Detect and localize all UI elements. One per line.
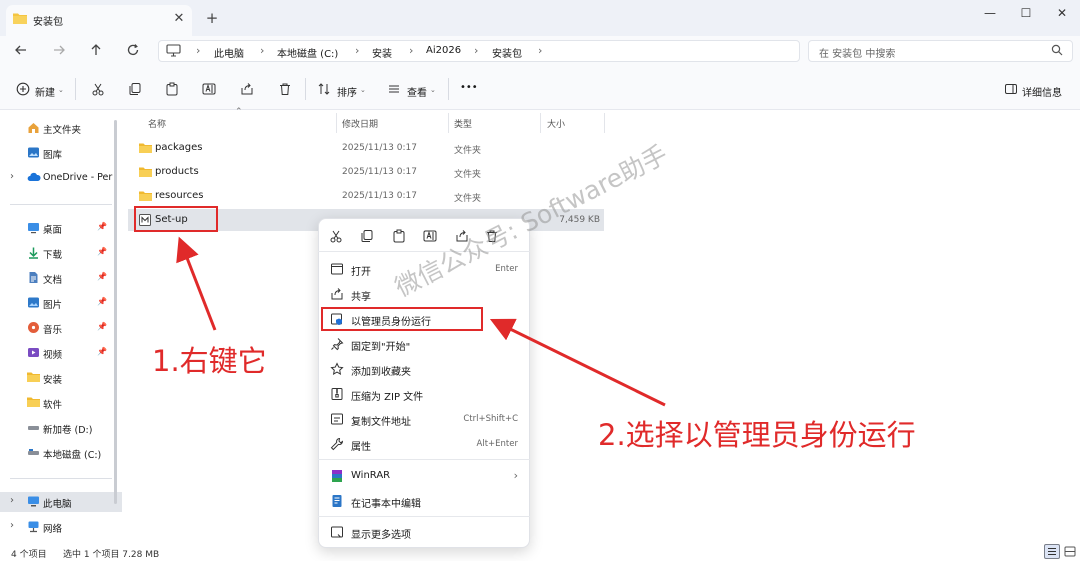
annotation-step1: 1.右键它 [152, 344, 267, 378]
annotation-step2: 2.选择以管理员身份运行 [598, 418, 916, 452]
annotation-arrows [176, 236, 666, 407]
